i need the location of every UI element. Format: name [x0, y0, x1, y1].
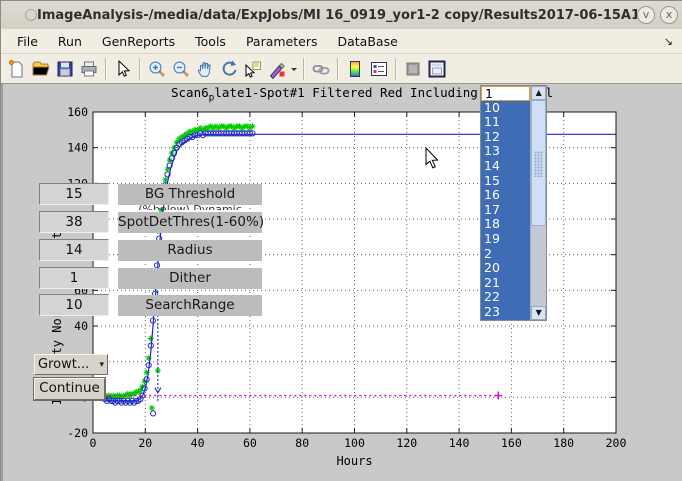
scroll-down-icon[interactable]: ▼ [531, 306, 546, 320]
svg-text:140: 140 [449, 436, 470, 450]
svg-text:180: 180 [553, 436, 574, 450]
svg-text:80: 80 [295, 436, 309, 450]
svg-text:40: 40 [191, 436, 205, 450]
toolbar-separator [303, 58, 305, 80]
dropdown-item-18[interactable]: 18 [481, 217, 530, 232]
param-field-1[interactable]: 38 [39, 211, 109, 233]
dropdown-item-16[interactable]: 16 [481, 188, 530, 203]
dropdown-item-11[interactable]: 11 [481, 115, 530, 130]
insert-legend-icon[interactable] [367, 57, 391, 81]
menu-file[interactable]: File [7, 31, 48, 52]
svg-text:100: 100 [344, 436, 365, 450]
toolbar [1, 54, 682, 84]
brush-caret-icon[interactable] [289, 57, 299, 81]
close-button[interactable]: x [660, 6, 678, 24]
toolbar-separator [395, 58, 397, 80]
menu-tools[interactable]: Tools [185, 31, 236, 52]
dropdown-item-2[interactable]: 2 [481, 247, 530, 262]
svg-text:140: 140 [67, 141, 88, 155]
hide-plot-tools-icon[interactable] [401, 57, 425, 81]
svg-text:200: 200 [606, 436, 627, 450]
param-label-2: Radius [118, 240, 262, 261]
shade-button[interactable]: v [637, 6, 655, 24]
figure-left-edge [1, 84, 3, 481]
dropdown-item-1[interactable]: 1 [481, 86, 530, 101]
scroll-up-icon[interactable]: ▲ [531, 86, 546, 100]
title-bar: ImageAnalysis-/media/data/ExpJobs/MI 16_… [1, 1, 682, 30]
dropdown-item-10[interactable]: 10 [481, 101, 530, 116]
pan-icon[interactable] [193, 57, 217, 81]
param-field-3[interactable]: 1 [39, 267, 109, 289]
link-plots-icon[interactable] [309, 57, 333, 81]
menu-database[interactable]: DataBase [327, 31, 407, 52]
param-label-1: SpotDetThres(1-60%) [118, 212, 262, 233]
mouse-cursor [425, 147, 441, 169]
menu-run[interactable]: Run [48, 31, 92, 52]
window-title: ImageAnalysis-/media/data/ExpJobs/MI 16_… [37, 8, 637, 23]
scrollbar-track[interactable] [531, 226, 546, 308]
insert-colorbar-icon[interactable] [343, 57, 367, 81]
new-file-icon[interactable] [5, 57, 29, 81]
dropdown-item-15[interactable]: 15 [481, 174, 530, 189]
dropdown-item-17[interactable]: 17 [481, 203, 530, 218]
dropdown-item-19[interactable]: 19 [481, 232, 530, 247]
menu-bar: FileRunGenReportsToolsParametersDataBase [1, 29, 682, 54]
menu-corner-arrow[interactable]: ↘ [664, 35, 673, 48]
data-cursor-icon[interactable] [241, 57, 265, 81]
toolbar-separator [139, 58, 141, 80]
window-menu-icon[interactable] [25, 9, 37, 21]
dropdown-scrollbar[interactable]: ▲ ▼ [530, 86, 546, 320]
bg-threshold-note: (%below) Dynamic [118, 205, 262, 210]
param-label-0: BG Threshold [118, 184, 262, 205]
svg-text:0: 0 [90, 436, 97, 450]
dropdown-item-23[interactable]: 23 [481, 305, 530, 320]
edit-plot-icon[interactable] [111, 57, 135, 81]
param-field-2[interactable]: 14 [39, 239, 109, 261]
svg-text:40: 40 [74, 319, 88, 333]
plot-title-prefix: Scan6 [171, 85, 209, 100]
dropdown-item-21[interactable]: 21 [481, 276, 530, 291]
toolbar-separator [337, 58, 339, 80]
param-field-0[interactable]: 15 [39, 183, 109, 205]
svg-text:-20: -20 [67, 426, 88, 440]
rotate-3d-icon[interactable] [217, 57, 241, 81]
dock-figure-icon[interactable] [425, 57, 449, 81]
param-label-4: SearchRange [118, 295, 262, 316]
dropdown-item-12[interactable]: 12 [481, 130, 530, 145]
chevron-down-icon: ▾ [99, 360, 104, 370]
scrollbar-grip [534, 151, 543, 177]
svg-text:120: 120 [396, 436, 417, 450]
zoom-out-icon[interactable] [169, 57, 193, 81]
dropdown-item-22[interactable]: 22 [481, 290, 530, 305]
zoom-in-icon[interactable] [145, 57, 169, 81]
menu-genreports[interactable]: GenReports [92, 31, 185, 52]
param-label-3: Dither [118, 268, 262, 289]
dropdown-items: 110111213141516171819220212223 [481, 86, 530, 320]
number-dropdown-list[interactable]: 110111213141516171819220212223 ▲ ▼ [480, 85, 547, 321]
toolbar-separator [105, 58, 107, 80]
save-figure-icon[interactable] [53, 57, 77, 81]
menu-parameters[interactable]: Parameters [236, 31, 328, 52]
brush-data-icon[interactable] [265, 57, 289, 81]
growth-combo-label: Growt... [38, 357, 99, 372]
dropdown-item-14[interactable]: 14 [481, 159, 530, 174]
x-axis-label: Hours [336, 454, 372, 468]
param-field-4[interactable]: 10 [39, 294, 109, 316]
svg-text:60: 60 [243, 436, 257, 450]
continue-button[interactable]: Continue [34, 378, 105, 400]
dropdown-item-20[interactable]: 20 [481, 261, 530, 276]
app-window: ImageAnalysis-/media/data/ExpJobs/MI 16_… [0, 0, 682, 481]
svg-text:20: 20 [138, 436, 152, 450]
print-figure-icon[interactable] [77, 57, 101, 81]
dropdown-item-13[interactable]: 13 [481, 144, 530, 159]
growth-combo[interactable]: Growt... ▾ [34, 354, 108, 375]
open-file-icon[interactable] [29, 57, 53, 81]
svg-text:160: 160 [67, 105, 88, 119]
svg-text:160: 160 [501, 436, 522, 450]
scrollbar-thumb[interactable] [531, 100, 546, 226]
